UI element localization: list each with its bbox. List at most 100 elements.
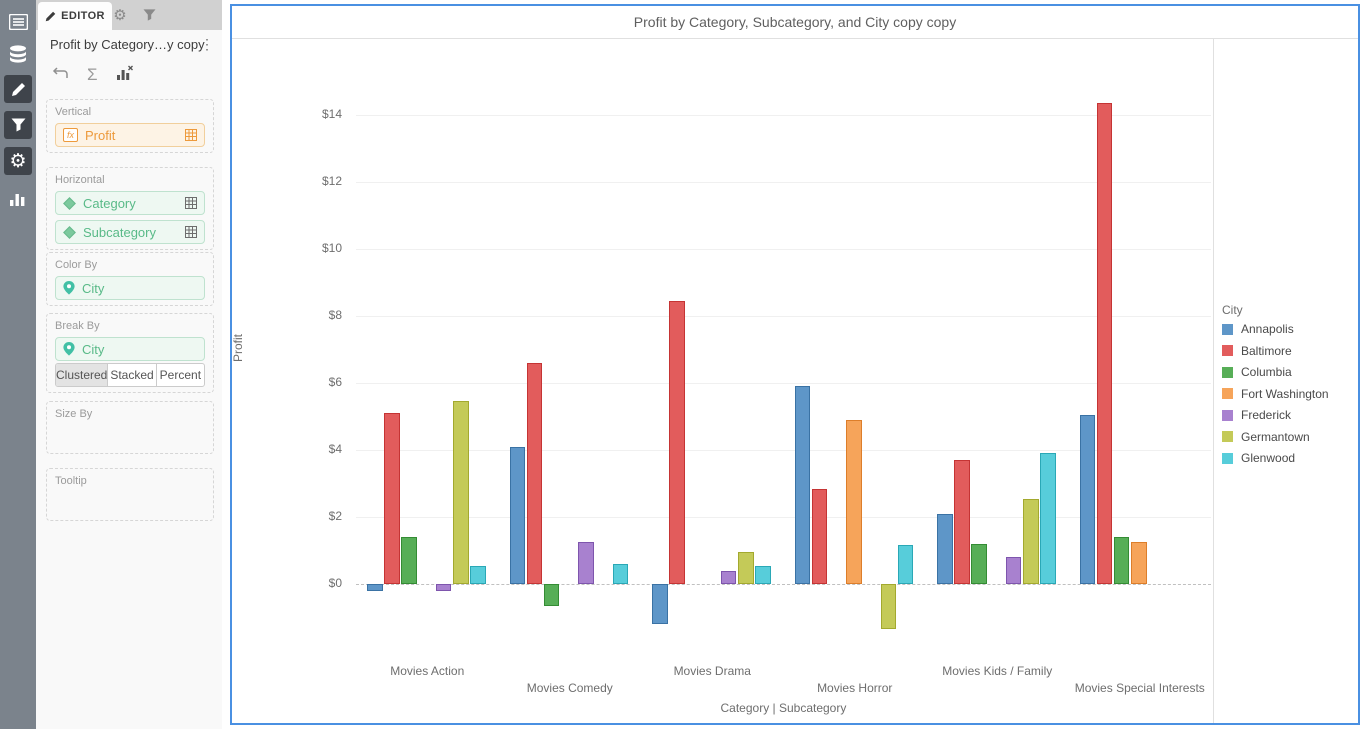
bar-columbia-1[interactable] [401,537,417,584]
sigma-formula-icon[interactable]: Σ [87,65,98,85]
y-axis-title: Profit [231,334,245,362]
bar-glenwood-3[interactable] [755,566,771,584]
bar-baltimore-3[interactable] [669,301,685,584]
section-tooltip[interactable]: Tooltip [46,468,214,521]
chart-widget[interactable]: Profit by Category, Subcategory, and Cit… [230,4,1360,725]
data-sources-icon[interactable] [0,40,36,68]
list-icon[interactable] [0,8,36,36]
settings-gear-icon[interactable]: ⚙ [4,147,32,175]
gridline [356,316,1211,317]
bar-baltimore-5[interactable] [954,460,970,584]
bar-baltimore-2[interactable] [527,363,543,584]
tab-editor-label: EDITOR [61,10,105,22]
bar-fort-washington-6[interactable] [1131,542,1147,584]
legend-item-fort-washington[interactable]: Fort Washington [1222,387,1329,401]
bar-glenwood-5[interactable] [1040,453,1056,584]
bar-columbia-2[interactable] [544,584,560,606]
field-chip-city-break[interactable]: City [55,337,205,361]
editor-tabstrip: EDITOR ⚙ [36,0,222,30]
grid-table-icon[interactable] [185,129,197,141]
legend-label: Baltimore [1241,344,1292,358]
undo-arrow-icon[interactable] [52,66,69,85]
location-pin-icon [63,281,75,295]
bar-frederick-1[interactable] [436,584,452,591]
fx-formula-icon: fx [63,128,78,142]
legend-label: Fort Washington [1241,387,1329,401]
mode-percent[interactable]: Percent [157,364,204,386]
widget-title-editor: Profit by Category…y copy [50,37,205,52]
field-chip-city-color[interactable]: City [55,276,205,300]
mode-stacked[interactable]: Stacked [108,364,156,386]
y-tick-label: $8 [282,308,342,322]
bar-glenwood-1[interactable] [470,566,486,584]
y-tick-label: $4 [282,442,342,456]
bar-frederick-3[interactable] [721,571,737,584]
section-size-by[interactable]: Size By [46,401,214,454]
chart-icon[interactable] [0,184,36,212]
bar-frederick-5[interactable] [1006,557,1022,584]
chart-type-remove-icon[interactable] [116,65,134,85]
edit-pencil-icon[interactable] [4,75,32,103]
bar-annapolis-5[interactable] [937,514,953,584]
field-chip-category[interactable]: Category [55,191,205,215]
legend-label: Germantown [1241,430,1310,444]
bar-columbia-5[interactable] [971,544,987,584]
legend-item-baltimore[interactable]: Baltimore [1222,344,1292,358]
bar-germantown-3[interactable] [738,552,754,584]
legend-item-columbia[interactable]: Columbia [1222,365,1292,379]
section-break-by: Break By City Clustered Stacked Percent [46,313,214,393]
field-chip-profit[interactable]: fx Profit [55,123,205,147]
x-category-label: Movies Comedy [485,681,655,695]
bar-baltimore-4[interactable] [812,489,828,584]
legend-label: Columbia [1241,365,1292,379]
bar-frederick-2[interactable] [578,542,594,584]
section-vertical: Vertical fx Profit [46,99,214,153]
tab-design-settings[interactable]: ⚙ [106,0,134,30]
zero-baseline [356,584,1211,585]
left-icon-rail: ⚙ [0,0,36,729]
legend-item-glenwood[interactable]: Glenwood [1222,451,1295,465]
tab-editor[interactable]: EDITOR [38,2,112,30]
section-horizontal: Horizontal Category Subcategory [46,167,214,250]
bar-annapolis-6[interactable] [1080,415,1096,584]
dimension-diamond-icon [63,197,76,210]
bar-baltimore-6[interactable] [1097,103,1113,584]
bar-annapolis-1[interactable] [367,584,383,591]
mode-clustered[interactable]: Clustered [56,364,108,386]
bar-glenwood-2[interactable] [613,564,629,584]
legend-item-germantown[interactable]: Germantown [1222,430,1310,444]
bar-germantown-1[interactable] [453,401,469,584]
bar-fort-washington-4[interactable] [846,420,862,584]
section-label: Horizontal [55,174,205,186]
legend-swatch [1222,345,1233,356]
filter-icon [143,9,156,21]
chart-title: Profit by Category, Subcategory, and Cit… [232,6,1358,39]
field-chip-subcategory[interactable]: Subcategory [55,220,205,244]
legend-swatch [1222,324,1233,335]
legend-item-frederick[interactable]: Frederick [1222,408,1291,422]
bar-glenwood-4[interactable] [898,545,914,584]
bar-annapolis-4[interactable] [795,386,811,584]
grid-table-icon[interactable] [185,197,197,209]
y-tick-label: $0 [282,576,342,590]
legend-swatch [1222,431,1233,442]
y-tick-label: $6 [282,375,342,389]
grid-table-icon[interactable] [185,226,197,238]
y-tick-label: $10 [282,241,342,255]
tab-widget-filters[interactable] [135,0,163,30]
bar-annapolis-3[interactable] [652,584,668,624]
bar-columbia-6[interactable] [1114,537,1130,584]
gridline [356,249,1211,250]
editor-panel: EDITOR ⚙ Profit by Category…y copy ⋮ Σ V… [36,0,222,729]
legend-label: Annapolis [1241,322,1294,336]
legend-swatch [1222,453,1233,464]
gear-icon: ⚙ [113,8,126,23]
filter-icon[interactable] [4,111,32,139]
widget-menu-kebab-icon[interactable]: ⋮ [200,36,214,53]
bar-baltimore-1[interactable] [384,413,400,584]
legend-item-annapolis[interactable]: Annapolis [1222,322,1294,336]
bar-annapolis-2[interactable] [510,447,526,584]
section-label: Break By [55,320,205,332]
bar-germantown-5[interactable] [1023,499,1039,584]
bar-germantown-4[interactable] [881,584,897,629]
